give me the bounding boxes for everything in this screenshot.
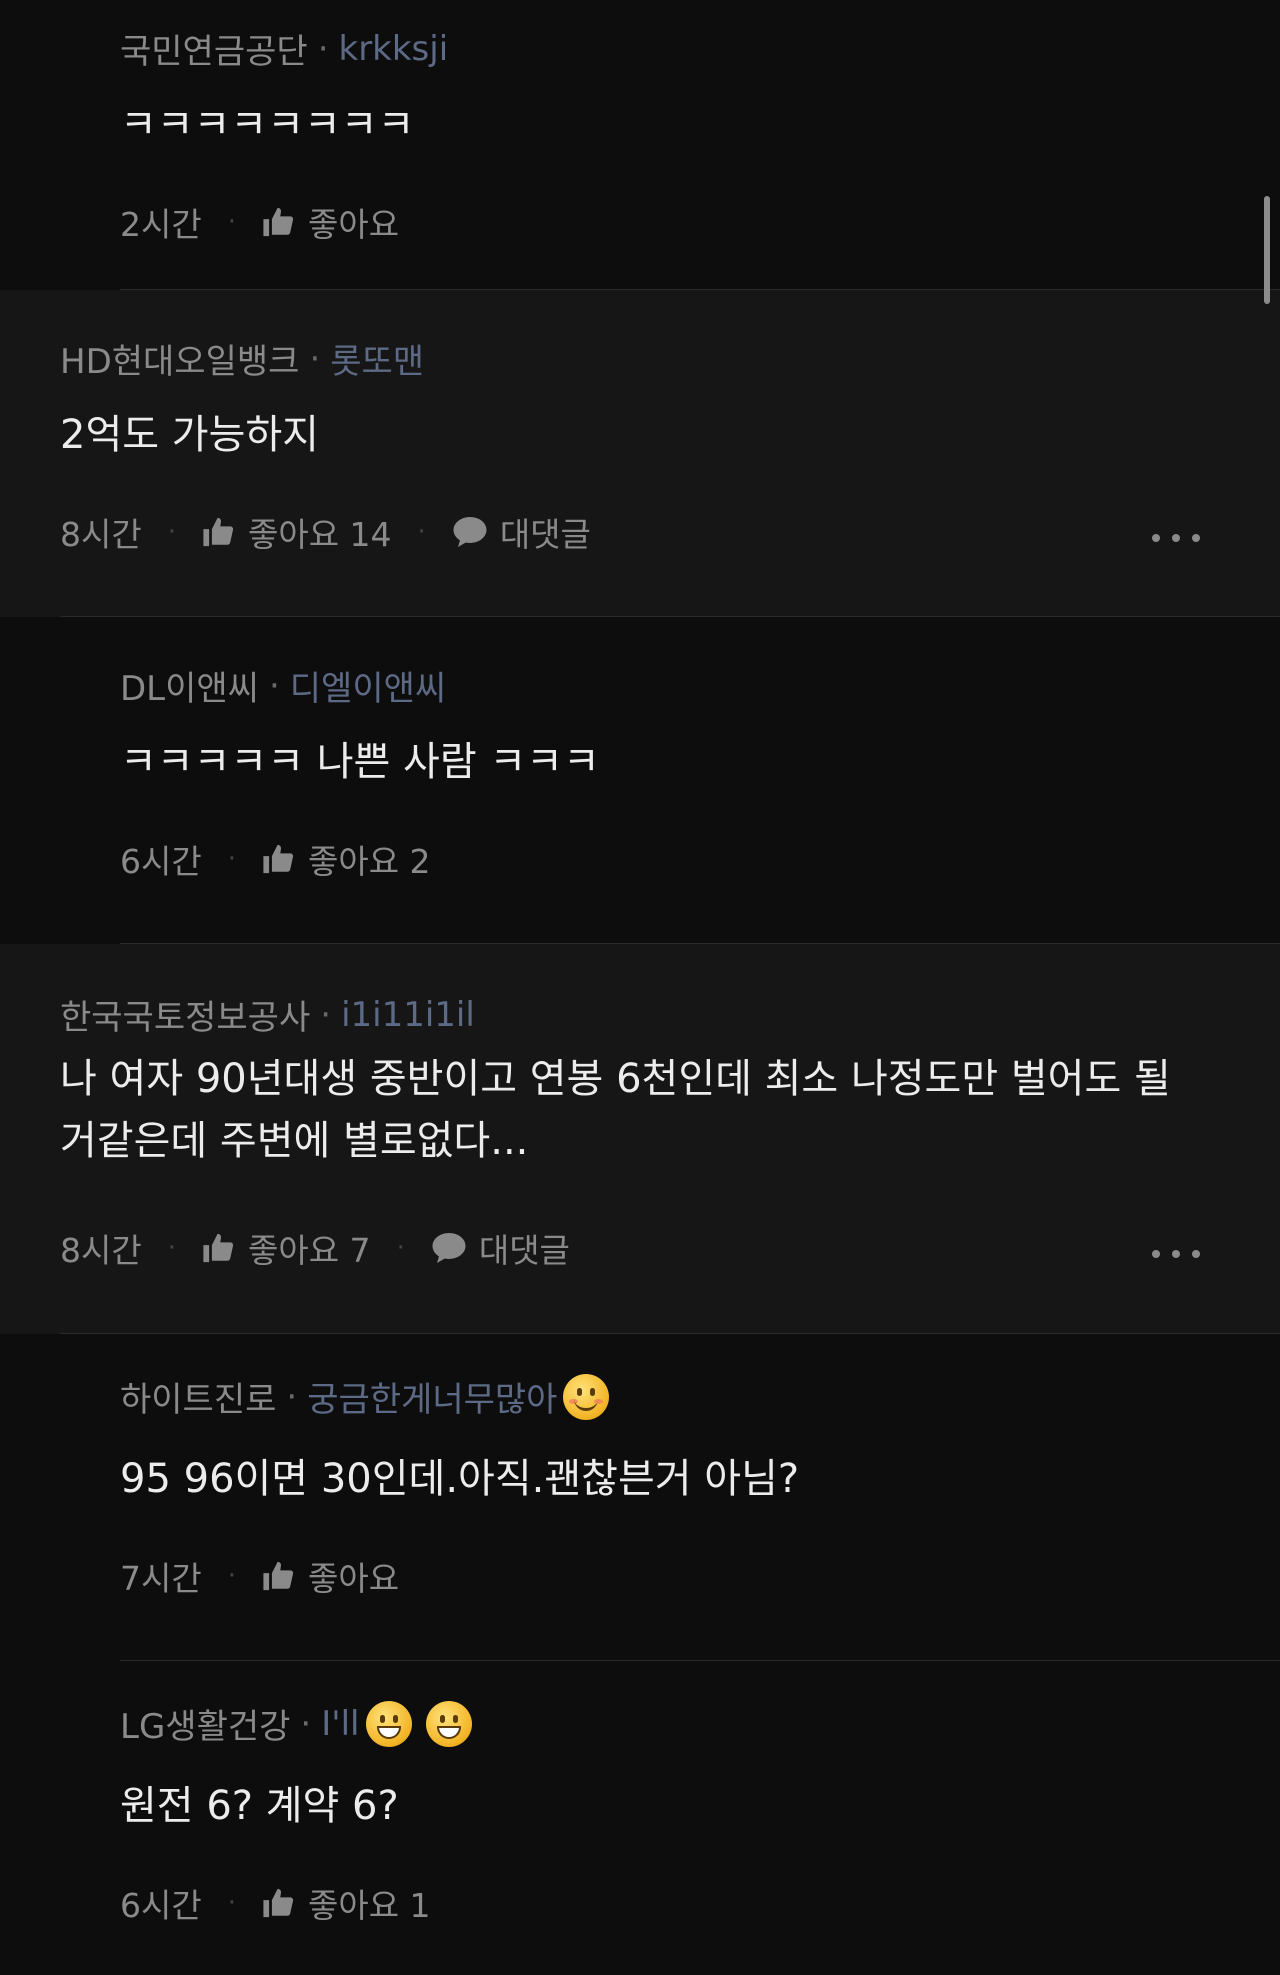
author-separator: · bbox=[300, 1703, 312, 1744]
more-dots-icon bbox=[1152, 534, 1160, 542]
more-dots-icon bbox=[1152, 1250, 1160, 1258]
comment-reply: LG생활건강 · I'll 원전 6? 계약 6? 6시간 · 좋아요 1 bbox=[0, 1661, 1280, 1975]
like-button[interactable]: 좋아요 14 bbox=[202, 508, 392, 556]
author-nickname[interactable]: 롯또맨 bbox=[330, 334, 424, 383]
author-separator: · bbox=[309, 338, 321, 379]
comment-text: 나 여자 90년대생 중반이고 연봉 6천인데 최소 나정도만 벌어도 될 거같… bbox=[60, 1056, 1171, 1164]
like-label: 좋아요 2 bbox=[307, 842, 431, 881]
comment-time: 8시간 bbox=[60, 515, 142, 554]
comment-text: 2억도 가능하지 bbox=[60, 412, 319, 458]
comment-time: 7시간 bbox=[120, 1559, 202, 1598]
like-label: 좋아요 1 bbox=[307, 1886, 431, 1925]
author-nickname[interactable]: 궁금한게너무많아 bbox=[307, 1372, 557, 1421]
comment-meta: 6시간 · 좋아요 1 bbox=[120, 1879, 431, 1927]
grin-emoji bbox=[425, 1700, 472, 1747]
grin-emoji bbox=[365, 1700, 412, 1747]
thumbs-up-icon bbox=[203, 517, 234, 547]
thumbs-up-icon bbox=[263, 207, 294, 237]
comment-meta: 7시간 · 좋아요 bbox=[120, 1552, 399, 1600]
comment-author: HD현대오일뱅크 · 롯또맨 bbox=[60, 334, 424, 383]
like-label: 좋아요 bbox=[307, 1559, 400, 1598]
author-nickname[interactable]: 디엘이앤씨 bbox=[290, 661, 446, 710]
author-separator: · bbox=[317, 28, 329, 69]
blush-smile-emoji bbox=[563, 1373, 610, 1420]
comment-time: 8시간 bbox=[60, 1231, 142, 1270]
thumbs-up-icon bbox=[263, 844, 294, 874]
like-label: 좋아요 bbox=[307, 205, 400, 244]
author-company[interactable]: 하이트진로 bbox=[120, 1372, 276, 1421]
meta-separator: · bbox=[227, 207, 236, 237]
comment-top-level: HD현대오일뱅크 · 롯또맨 2억도 가능하지 8시간 · 좋아요 14 · 대… bbox=[0, 290, 1280, 617]
author-company[interactable]: HD현대오일뱅크 bbox=[60, 334, 299, 383]
scrollbar[interactable] bbox=[1264, 196, 1270, 304]
more-options-button[interactable] bbox=[1152, 1244, 1200, 1264]
author-separator: · bbox=[268, 665, 280, 706]
comment-meta: 8시간 · 좋아요 14 · 대댓글 bbox=[60, 508, 591, 556]
comment-author: 하이트진로 · 궁금한게너무많아 bbox=[120, 1372, 610, 1421]
comment-time: 6시간 bbox=[120, 842, 202, 881]
reply-button[interactable]: 대댓글 bbox=[452, 508, 591, 556]
author-nickname[interactable]: I'll bbox=[321, 1704, 359, 1744]
comment-author: 국민연금공단 · krkksji bbox=[120, 24, 448, 73]
author-company[interactable]: LG생활건강 bbox=[120, 1699, 290, 1748]
comment-reply: 하이트진로 · 궁금한게너무많아 95 96이면 30인데.아직.괜찮븐거 아님… bbox=[0, 1334, 1280, 1661]
comment-top-level: 한국국토정보공사 · i1i11i1il 나 여자 90년대생 중반이고 연봉 … bbox=[0, 944, 1280, 1334]
comment-meta: 6시간 · 좋아요 2 bbox=[120, 835, 431, 883]
meta-separator: · bbox=[396, 1233, 405, 1263]
comment-author: LG생활건강 · I'll bbox=[120, 1699, 472, 1748]
meta-separator: · bbox=[167, 1233, 176, 1263]
author-nickname[interactable]: krkksji bbox=[339, 29, 449, 69]
speech-bubble-icon bbox=[432, 1233, 466, 1263]
comment-meta: 2시간 · 좋아요 bbox=[120, 198, 399, 246]
meta-separator: · bbox=[167, 517, 176, 547]
author-company[interactable]: 국민연금공단 bbox=[120, 24, 308, 73]
more-options-button[interactable] bbox=[1152, 528, 1200, 548]
comment-author: DL이앤씨 · 디엘이앤씨 bbox=[120, 661, 446, 710]
like-button[interactable]: 좋아요 bbox=[262, 198, 399, 246]
author-company[interactable]: 한국국토정보공사 bbox=[60, 990, 310, 1039]
like-label: 좋아요 14 bbox=[247, 515, 392, 554]
author-company[interactable]: DL이앤씨 bbox=[120, 661, 259, 710]
thumbs-up-icon bbox=[263, 1561, 294, 1591]
reply-button[interactable]: 대댓글 bbox=[431, 1224, 570, 1272]
like-button[interactable]: 좋아요 7 bbox=[202, 1224, 371, 1272]
comment-text: ㅋㅋㅋㅋㅋ 나쁜 사람 ㅋㅋㅋ bbox=[120, 739, 600, 785]
meta-separator: · bbox=[227, 1888, 236, 1918]
comment-time: 6시간 bbox=[120, 1886, 202, 1925]
author-nickname[interactable]: i1i11i1il bbox=[341, 995, 475, 1035]
like-label: 좋아요 7 bbox=[247, 1231, 371, 1270]
comment-text: ㅋㅋㅋㅋㅋㅋㅋㅋ bbox=[120, 102, 415, 148]
reply-label: 대댓글 bbox=[478, 1231, 570, 1270]
comment-reply: DL이앤씨 · 디엘이앤씨 ㅋㅋㅋㅋㅋ 나쁜 사람 ㅋㅋㅋ 6시간 · 좋아요 … bbox=[0, 617, 1280, 944]
speech-bubble-icon bbox=[453, 517, 487, 547]
comment-author: 한국국토정보공사 · i1i11i1il bbox=[60, 990, 475, 1039]
like-button[interactable]: 좋아요 2 bbox=[262, 835, 431, 883]
comment-reply: 국민연금공단 · krkksji ㅋㅋㅋㅋㅋㅋㅋㅋ 2시간 · 좋아요 bbox=[0, 0, 1280, 290]
author-separator: · bbox=[286, 1376, 298, 1417]
comment-text: 95 96이면 30인데.아직.괜찮븐거 아님? bbox=[120, 1456, 800, 1502]
comment-text: 원전 6? 계약 6? bbox=[120, 1783, 399, 1829]
author-separator: · bbox=[320, 994, 332, 1035]
comment-meta: 8시간 · 좋아요 7 · 대댓글 bbox=[60, 1224, 570, 1272]
meta-separator: · bbox=[227, 844, 236, 874]
like-button[interactable]: 좋아요 bbox=[262, 1552, 399, 1600]
meta-separator: · bbox=[417, 517, 426, 547]
comment-time: 2시간 bbox=[120, 205, 202, 244]
thumbs-up-icon bbox=[203, 1233, 234, 1263]
reply-label: 대댓글 bbox=[499, 515, 591, 554]
thumbs-up-icon bbox=[263, 1888, 294, 1918]
meta-separator: · bbox=[227, 1561, 236, 1591]
like-button[interactable]: 좋아요 1 bbox=[262, 1879, 431, 1927]
